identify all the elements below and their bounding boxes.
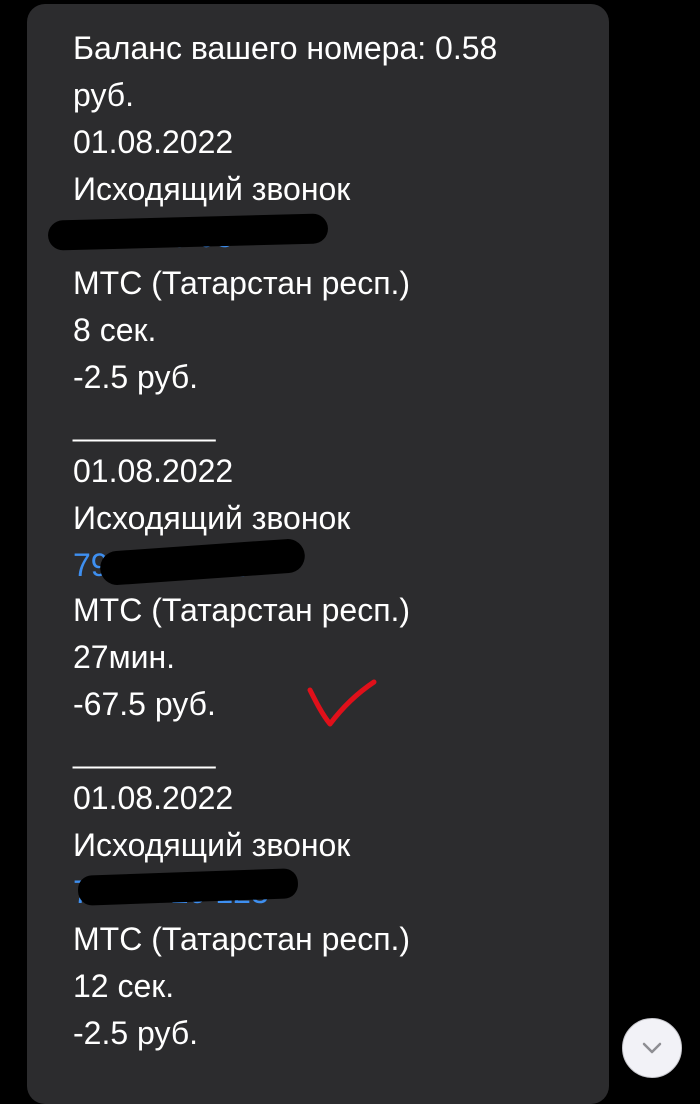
balance-currency: руб. bbox=[73, 77, 135, 113]
call-3-operator: МТС (Татарстан респ.) bbox=[73, 921, 411, 957]
call-2-cost: -67.5 руб. bbox=[73, 686, 216, 722]
call-3-date: 01.08.2022 bbox=[73, 780, 234, 816]
call-2-date: 01.08.2022 bbox=[73, 453, 234, 489]
separator-1: ________ bbox=[73, 406, 216, 442]
call-3-duration: 12 сек. bbox=[73, 968, 175, 1004]
call-2-type: Исходящий звонок bbox=[73, 500, 351, 536]
call-1-type: Исходящий звонок bbox=[73, 171, 351, 207]
chevron-down-icon bbox=[642, 1042, 662, 1054]
balance-text: Баланс вашего номера: 0.58 bbox=[73, 30, 498, 66]
separator-2: ________ bbox=[73, 733, 216, 769]
call-1-duration: 8 сек. bbox=[73, 312, 157, 348]
call-3-cost: -2.5 руб. bbox=[73, 1015, 199, 1051]
call-2-duration: 27мин. bbox=[73, 639, 176, 675]
call-3-type: Исходящий звонок bbox=[73, 827, 351, 863]
call-1-date: 01.08.2022 bbox=[73, 124, 234, 160]
call-1-cost: -2.5 руб. bbox=[73, 359, 199, 395]
call-2-operator: МТС (Татарстан респ.) bbox=[73, 592, 411, 628]
call-1-operator: МТС (Татарстан респ.) bbox=[73, 265, 411, 301]
scroll-down-button[interactable] bbox=[622, 1018, 682, 1078]
red-checkmark-icon bbox=[307, 679, 377, 727]
